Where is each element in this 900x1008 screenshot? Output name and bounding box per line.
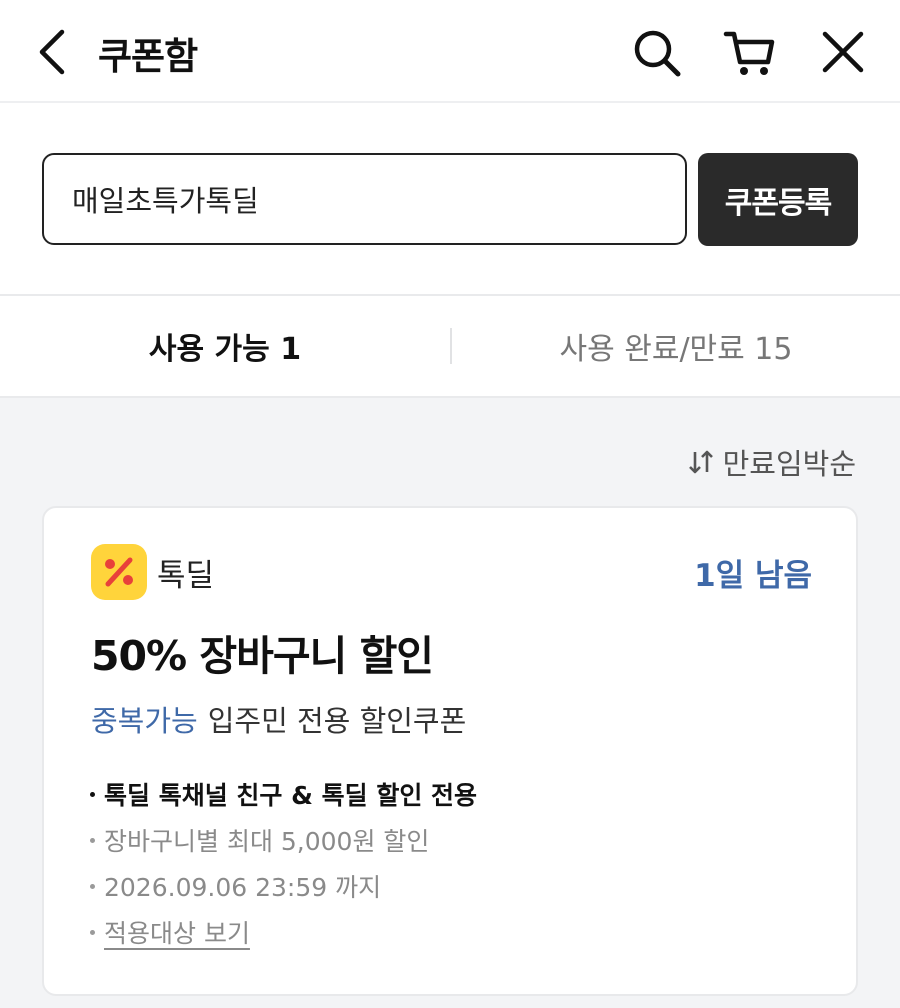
coupon-code-input[interactable] [42, 153, 687, 245]
coupon-subtitle-text: 입주민 전용 할인쿠폰 [207, 704, 467, 738]
app-header: 쿠폰함 [0, 0, 900, 103]
days-left-badge: 1일 남음 [694, 558, 812, 594]
back-button[interactable] [30, 24, 78, 80]
search-icon [634, 30, 681, 77]
sort-label: 만료임박순 [722, 447, 856, 481]
close-button[interactable] [815, 24, 871, 80]
view-eligible-items-item: 적용대상 보기 [88, 914, 477, 960]
coupon-register-section: 쿠폰등록 [0, 103, 900, 294]
condition-item: 2026.09.06 23:59 까지 [88, 868, 477, 914]
view-eligible-items-link[interactable]: 적용대상 보기 [104, 919, 250, 948]
tab-used-expired[interactable]: 사용 완료/만료 15 [452, 296, 900, 396]
coupon-conditions: 톡딜 톡채널 친구 & 톡딜 할인 전용 장바구니별 최대 5,000원 할인 … [88, 776, 477, 960]
close-icon [822, 31, 864, 73]
back-icon [39, 29, 65, 75]
tab-available[interactable]: 사용 가능 1 [0, 296, 450, 396]
coupon-tabs: 사용 가능 1 사용 완료/만료 15 [0, 294, 900, 398]
coupon-brand: 톡딜 [157, 558, 215, 594]
condition-item: 장바구니별 최대 5,000원 할인 [88, 822, 477, 868]
coupon-box-screen: 쿠폰함 쿠폰등록 사용 가능 1 사용 완료/만료 15 [0, 0, 900, 1008]
sort-button[interactable]: 만료임박순 [685, 442, 856, 482]
coupon-card[interactable]: 톡딜 1일 남음 50% 장바구니 할인 중복가능 입주민 전용 할인쿠폰 톡딜 … [42, 506, 858, 996]
cart-button[interactable] [722, 24, 778, 80]
page-title: 쿠폰함 [98, 35, 198, 78]
percent-icon [91, 544, 147, 600]
search-button[interactable] [628, 24, 684, 80]
sort-arrows-icon [688, 450, 713, 474]
coupon-subtitle: 중복가능 입주민 전용 할인쿠폰 [91, 698, 466, 740]
stackable-tag: 중복가능 [91, 704, 198, 738]
cart-icon [723, 31, 775, 75]
coupon-register-button[interactable]: 쿠폰등록 [698, 153, 858, 246]
condition-item: 톡딜 톡채널 친구 & 톡딜 할인 전용 [88, 776, 477, 822]
coupon-title: 50% 장바구니 할인 [91, 632, 434, 680]
